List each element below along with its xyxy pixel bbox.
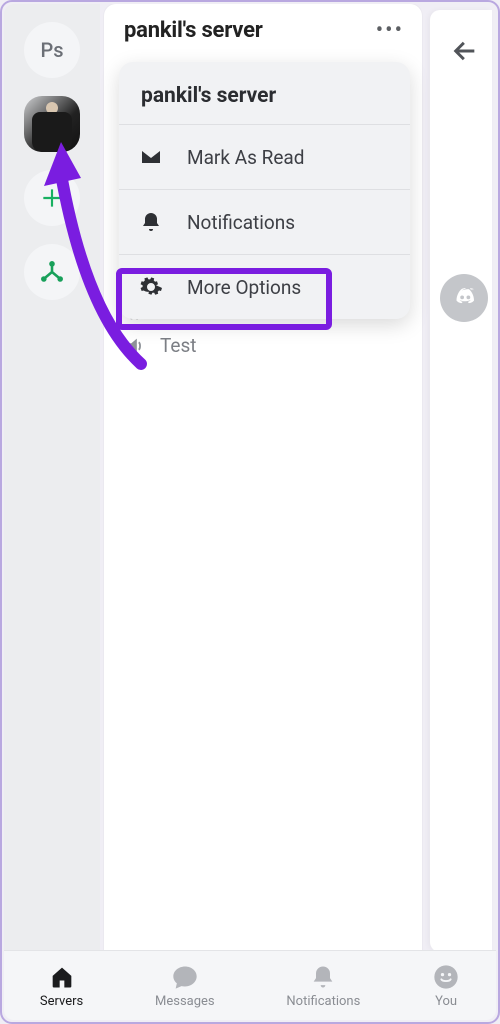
menu-notifications[interactable]: Notifications xyxy=(119,190,410,254)
nav-label: Servers xyxy=(40,994,83,1009)
discover-button[interactable] xyxy=(24,244,80,300)
speaker-icon xyxy=(124,335,146,357)
nav-notifications[interactable]: Notifications xyxy=(286,963,360,1009)
add-server-button[interactable] xyxy=(24,170,80,226)
messages-icon xyxy=(171,963,199,991)
bell-icon xyxy=(139,210,163,234)
mail-icon xyxy=(139,145,163,169)
discord-avatar[interactable] xyxy=(440,274,488,322)
plus-icon xyxy=(39,185,65,211)
menu-label: Mark As Read xyxy=(187,146,304,169)
bell-icon xyxy=(309,963,337,991)
server-avatar[interactable] xyxy=(24,96,80,152)
nav-label: Notifications xyxy=(286,994,360,1009)
profile-server-bubble[interactable]: Ps xyxy=(24,22,80,78)
menu-more-options[interactable]: More Options xyxy=(119,255,410,319)
hub-icon xyxy=(38,258,66,286)
channel-label: Test xyxy=(160,334,197,357)
popup-title: pankil's server xyxy=(119,62,410,124)
nav-messages[interactable]: Messages xyxy=(155,963,215,1009)
channel-test[interactable]: Test xyxy=(104,328,422,363)
server-title: pankil's server xyxy=(124,18,263,43)
server-menu-button[interactable]: ••• xyxy=(376,18,404,43)
back-button[interactable] xyxy=(448,34,482,68)
server-rail: Ps xyxy=(4,4,100,952)
bottom-nav: Servers Messages Notifications You xyxy=(4,950,496,1020)
discord-icon xyxy=(449,283,479,313)
servers-icon xyxy=(48,963,76,991)
chat-panel-sliver xyxy=(430,10,492,952)
menu-label: Notifications xyxy=(187,211,295,234)
nav-you[interactable]: You xyxy=(432,963,460,1009)
menu-label: More Options xyxy=(187,276,301,299)
you-icon xyxy=(432,963,460,991)
server-context-menu: pankil's server Mark As Read Notificatio… xyxy=(119,62,410,319)
nav-label: Messages xyxy=(155,994,215,1009)
nav-servers[interactable]: Servers xyxy=(40,963,83,1009)
menu-mark-as-read[interactable]: Mark As Read xyxy=(119,125,410,189)
gear-icon xyxy=(139,275,163,299)
arrow-left-icon xyxy=(451,37,479,65)
nav-label: You xyxy=(435,994,457,1009)
